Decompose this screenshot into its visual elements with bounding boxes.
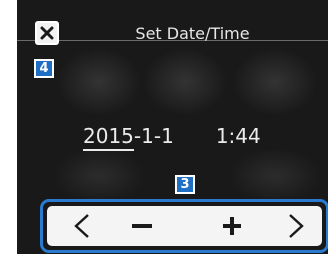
callout-marker-4: 4 [34, 59, 54, 78]
chevron-left-icon [74, 214, 89, 238]
plus-icon [223, 217, 241, 235]
date-separator: - [153, 124, 162, 148]
callout-marker-3: 3 [175, 175, 195, 194]
device-screen: Set Date/Time 4 2015- 1 - 11 : 44 3 [17, 0, 328, 254]
month-field[interactable]: 1 [141, 124, 154, 148]
day-field[interactable]: 1 [161, 124, 174, 148]
date-separator: - [133, 124, 142, 148]
date-time-display: 2015- 1 - 11 : 44 [83, 124, 261, 151]
previous-field-button[interactable] [65, 206, 99, 246]
time-separator: : [228, 124, 236, 148]
chevron-right-icon [289, 214, 304, 238]
page-title: Set Date/Time [135, 24, 250, 43]
adjust-control-bar [40, 199, 328, 253]
minus-icon [132, 224, 152, 228]
decrease-button[interactable] [125, 206, 159, 246]
next-field-button[interactable] [279, 206, 313, 246]
title-bar: Set Date/Time [17, 0, 328, 45]
hour-field[interactable]: 1 [216, 124, 229, 148]
minute-field[interactable]: 44 [235, 124, 260, 148]
control-bar-inner [47, 206, 322, 246]
year-field[interactable]: 2015 [83, 124, 134, 151]
increase-button[interactable] [215, 206, 249, 246]
